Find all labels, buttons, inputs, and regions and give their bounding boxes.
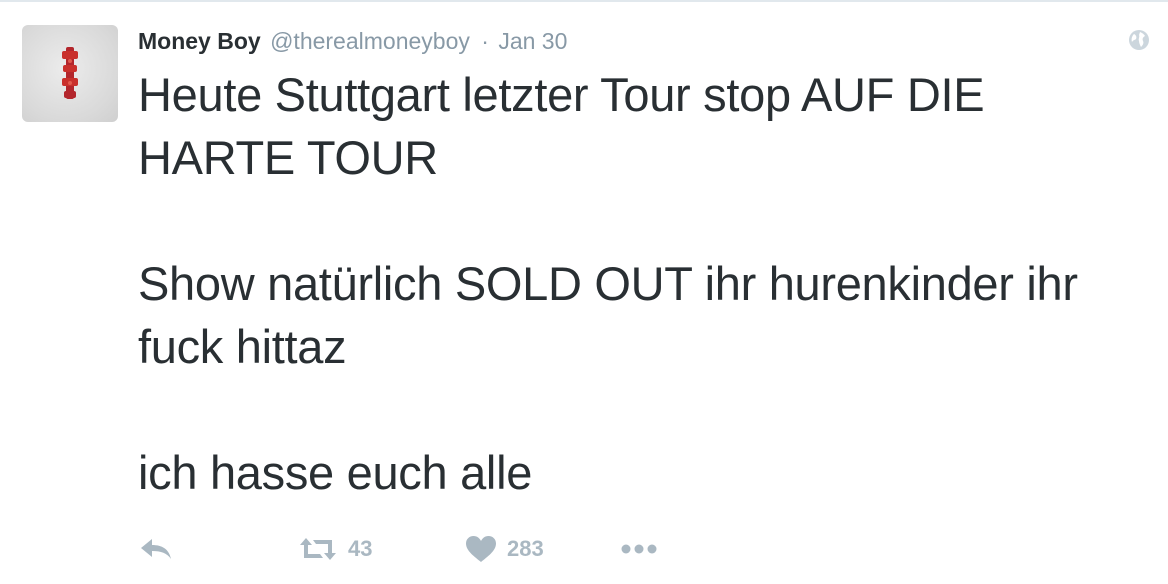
more-dots-icon	[621, 544, 657, 554]
retweet-button[interactable]: 43	[298, 528, 372, 570]
avatar[interactable]	[22, 25, 118, 122]
avatar-figure-icon	[62, 47, 78, 99]
like-button[interactable]: 283	[465, 528, 544, 570]
header-separator: ·	[481, 28, 489, 54]
tweet-timestamp[interactable]: Jan 30	[498, 28, 567, 54]
retweet-count: 43	[348, 536, 373, 561]
reply-button[interactable]	[138, 528, 174, 570]
globe-icon	[1127, 28, 1151, 52]
like-count: 283	[507, 536, 544, 561]
reply-icon	[141, 539, 171, 559]
more-button[interactable]	[620, 528, 658, 570]
tweet-header: Money Boy @therealmoneyboy · Jan 30	[138, 26, 567, 56]
tweet: Money Boy @therealmoneyboy · Jan 30 Heut…	[0, 0, 1168, 584]
heart-icon	[466, 536, 496, 562]
author-username[interactable]: @therealmoneyboy	[270, 28, 470, 54]
tweet-text: Heute Stuttgart letzter Tour stop AUF DI…	[138, 68, 1078, 499]
author-fullname[interactable]: Money Boy	[138, 28, 261, 54]
retweet-icon	[300, 538, 336, 560]
